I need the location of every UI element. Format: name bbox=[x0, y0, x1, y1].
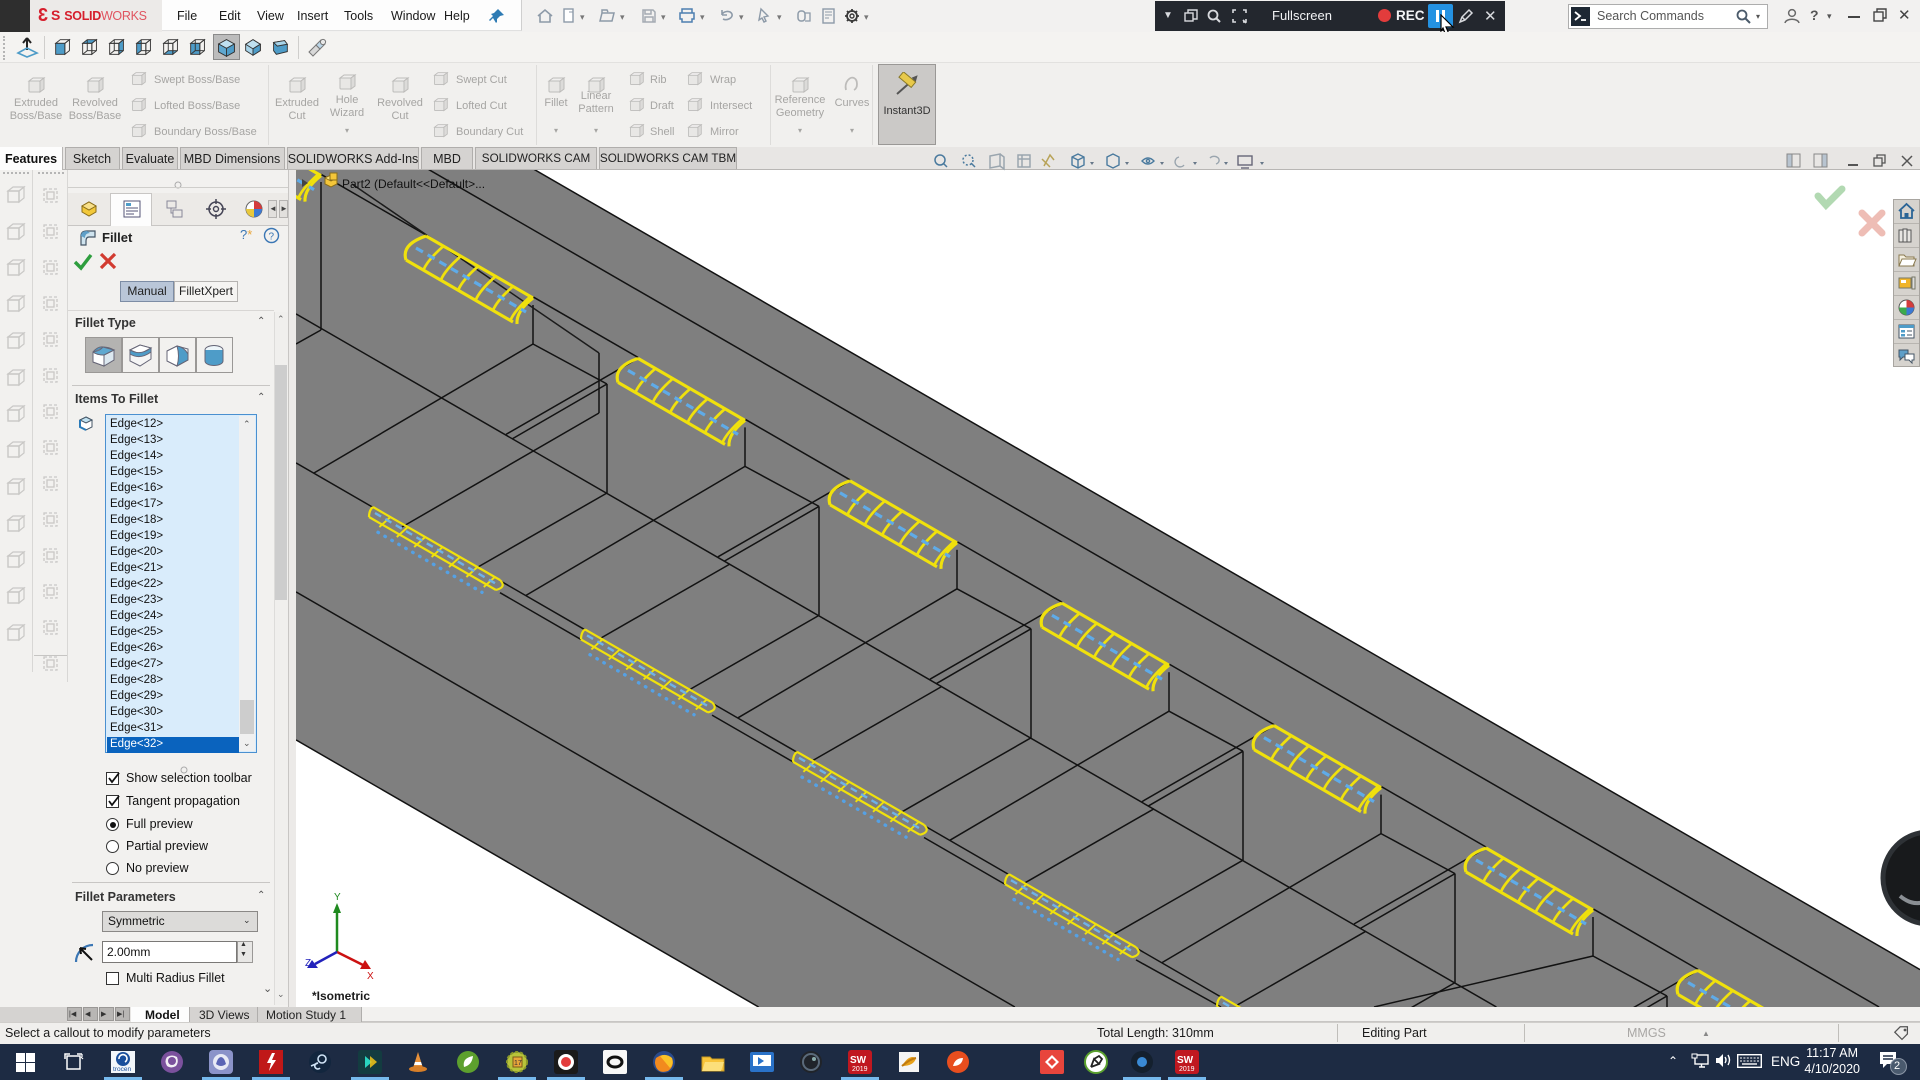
svg-text:17: 17 bbox=[514, 1060, 522, 1067]
svg-text:Y: Y bbox=[334, 892, 341, 903]
svg-text:2019: 2019 bbox=[852, 1066, 868, 1073]
svg-text:trocen: trocen bbox=[113, 1066, 131, 1073]
svg-text:SW: SW bbox=[1177, 1055, 1194, 1066]
svg-text:2019: 2019 bbox=[1179, 1066, 1195, 1073]
svg-text:Z: Z bbox=[305, 958, 311, 969]
svg-text:SW: SW bbox=[850, 1055, 867, 1066]
svg-text:X: X bbox=[367, 971, 374, 982]
svg-text:?: ? bbox=[269, 232, 275, 243]
svg-text:*Isometric: *Isometric bbox=[312, 989, 370, 1003]
svg-text:Part2 (Default<<Default>...: Part2 (Default<<Default>... bbox=[342, 177, 485, 191]
